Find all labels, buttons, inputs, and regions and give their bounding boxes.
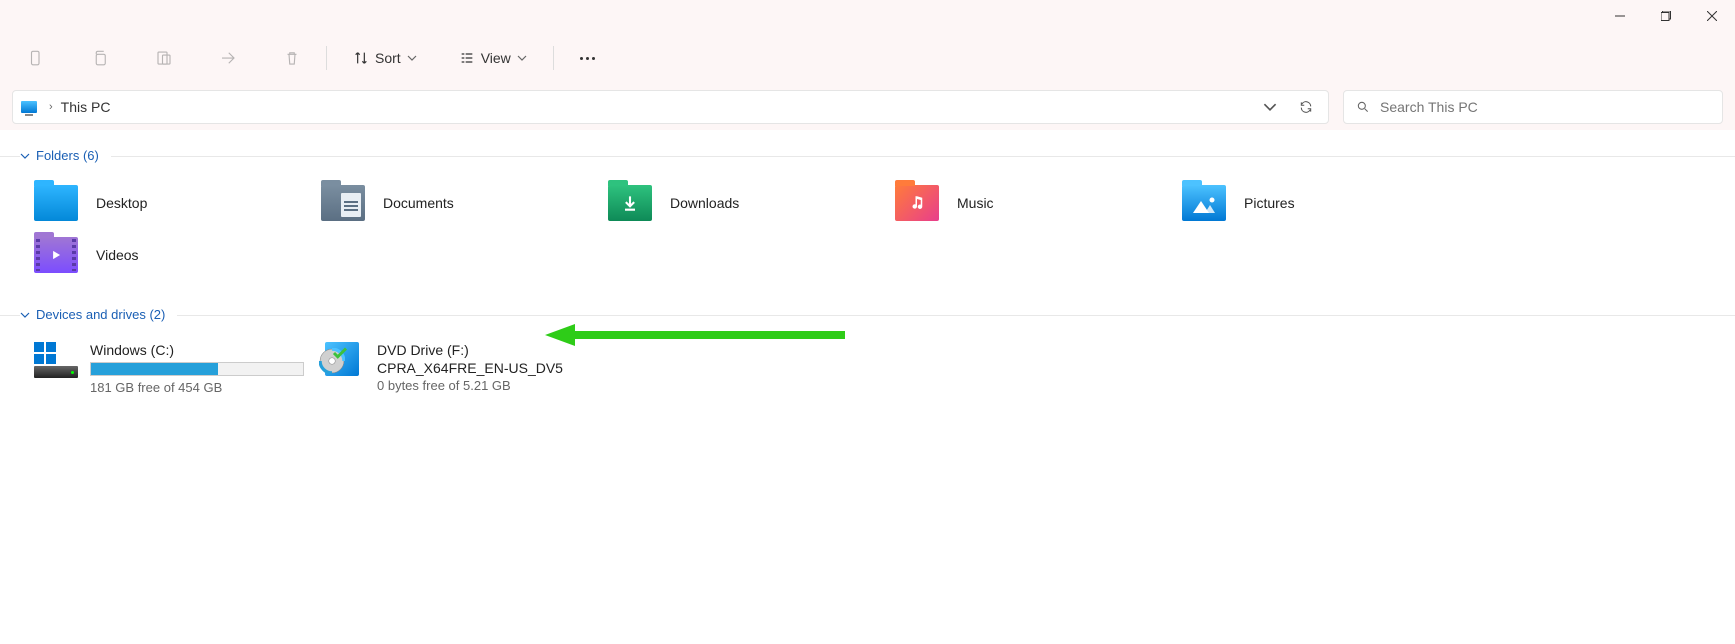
drive-volume-label: CPRA_X64FRE_EN-US_DV5 bbox=[377, 360, 580, 376]
folder-label: Documents bbox=[383, 195, 454, 211]
address-row: › This PC bbox=[0, 84, 1735, 130]
close-button[interactable] bbox=[1689, 0, 1735, 32]
folder-downloads[interactable]: Downloads bbox=[594, 177, 881, 229]
pc-icon bbox=[21, 101, 37, 113]
breadcrumb-location[interactable]: This PC bbox=[61, 99, 111, 115]
drives-group-header[interactable]: Devices and drives (2) bbox=[0, 301, 1735, 328]
downloads-folder-icon bbox=[608, 185, 652, 221]
address-bar[interactable]: › This PC bbox=[12, 90, 1329, 124]
minimize-button[interactable] bbox=[1597, 0, 1643, 32]
folders-group-header[interactable]: Folders (6) bbox=[0, 142, 1735, 169]
search-input[interactable] bbox=[1380, 99, 1710, 115]
view-button[interactable]: View bbox=[449, 44, 537, 72]
history-dropdown-button[interactable] bbox=[1256, 93, 1284, 121]
drive-free-text: 181 GB free of 454 GB bbox=[90, 380, 304, 395]
view-label: View bbox=[481, 50, 511, 66]
folder-label: Downloads bbox=[670, 195, 739, 211]
drives-grid: Windows (C:) 181 GB free of 454 GB DVD D… bbox=[0, 328, 1735, 409]
search-box[interactable] bbox=[1343, 90, 1723, 124]
chevron-down-icon bbox=[20, 151, 30, 161]
drive-windows-c[interactable]: Windows (C:) 181 GB free of 454 GB bbox=[20, 336, 307, 401]
paste-button[interactable] bbox=[146, 40, 182, 76]
desktop-folder-icon bbox=[34, 185, 78, 221]
folder-label: Music bbox=[957, 195, 994, 211]
breadcrumb-chevron-icon: › bbox=[49, 101, 53, 113]
more-button[interactable] bbox=[570, 40, 606, 76]
chevron-down-icon bbox=[517, 53, 527, 63]
folder-music[interactable]: Music bbox=[881, 177, 1168, 229]
toolbar: Sort View bbox=[0, 32, 1735, 84]
title-bar bbox=[0, 0, 1735, 32]
documents-folder-icon bbox=[321, 185, 365, 221]
folder-label: Pictures bbox=[1244, 195, 1295, 211]
videos-folder-icon bbox=[34, 237, 78, 273]
drive-free-text: 0 bytes free of 5.21 GB bbox=[377, 378, 580, 393]
drives-group-title: Devices and drives (2) bbox=[36, 307, 165, 322]
cut-button[interactable] bbox=[18, 40, 54, 76]
toolbar-divider bbox=[553, 46, 554, 70]
share-button[interactable] bbox=[210, 40, 246, 76]
toolbar-divider bbox=[326, 46, 327, 70]
refresh-button[interactable] bbox=[1292, 93, 1320, 121]
folder-label: Desktop bbox=[96, 195, 147, 211]
folder-pictures[interactable]: Pictures bbox=[1168, 177, 1455, 229]
drive-name: Windows (C:) bbox=[90, 342, 304, 358]
music-folder-icon bbox=[895, 185, 939, 221]
delete-button[interactable] bbox=[274, 40, 310, 76]
folder-documents[interactable]: Documents bbox=[307, 177, 594, 229]
dvd-drive-icon bbox=[321, 342, 365, 378]
folder-label: Videos bbox=[96, 247, 139, 263]
copy-button[interactable] bbox=[82, 40, 118, 76]
annotation-arrow bbox=[545, 322, 845, 348]
chevron-down-icon bbox=[407, 53, 417, 63]
folder-videos[interactable]: Videos bbox=[20, 229, 307, 281]
sort-button[interactable]: Sort bbox=[343, 44, 427, 72]
content-area: Folders (6) Desktop Documents bbox=[0, 130, 1735, 644]
folder-desktop[interactable]: Desktop bbox=[20, 177, 307, 229]
disk-drive-icon bbox=[34, 342, 78, 378]
search-icon bbox=[1356, 100, 1370, 114]
maximize-button[interactable] bbox=[1643, 0, 1689, 32]
drive-usage-bar bbox=[90, 362, 304, 376]
chevron-down-icon bbox=[20, 310, 30, 320]
ellipsis-icon bbox=[568, 57, 607, 60]
sort-label: Sort bbox=[375, 50, 401, 66]
pictures-folder-icon bbox=[1182, 185, 1226, 221]
folders-group-title: Folders (6) bbox=[36, 148, 99, 163]
folders-grid: Desktop Documents Downloads bbox=[0, 169, 1735, 301]
